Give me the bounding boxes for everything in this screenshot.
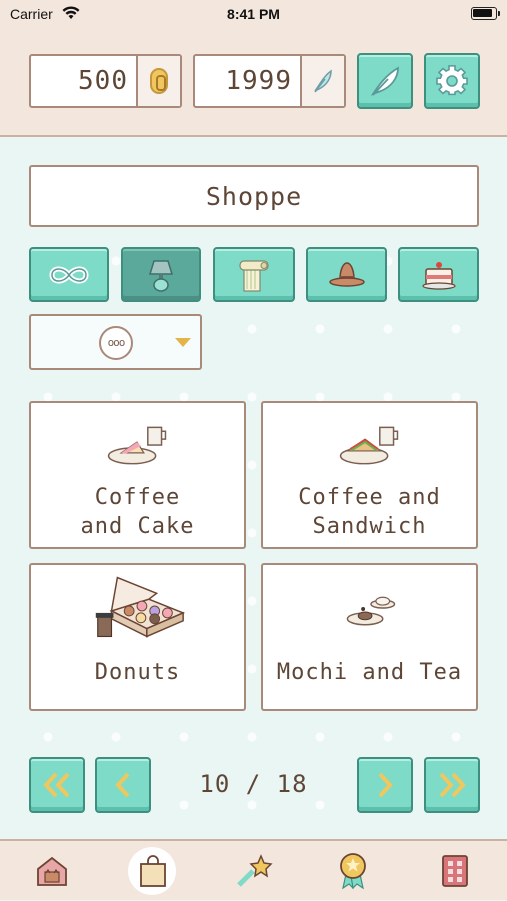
gear-icon — [436, 65, 468, 96]
chevron-right-icon — [378, 772, 393, 798]
category-tab-clothing[interactable] — [306, 247, 387, 302]
album-icon — [442, 855, 468, 887]
triangle-down-icon — [175, 338, 191, 347]
coin-count: 500 — [78, 66, 128, 96]
coffee-cake-icon — [107, 426, 167, 465]
hat-icon — [328, 261, 365, 287]
item-card-coffee-sandwich[interactable]: Coffee and Sandwich — [261, 401, 478, 549]
double-chevron-right-icon — [439, 772, 466, 798]
feather-icon — [370, 66, 399, 96]
feather-icon-cell — [300, 56, 344, 106]
nav-tab-shop[interactable] — [123, 841, 183, 901]
feather-count: 1999 — [225, 66, 292, 96]
double-chevron-left-icon — [43, 772, 70, 798]
nav-tab-wishes[interactable] — [224, 841, 284, 901]
item-card-donuts[interactable]: Donuts — [29, 563, 246, 711]
category-tab-wallpaper[interactable] — [213, 247, 295, 302]
nav-tab-achievements[interactable] — [323, 841, 383, 901]
status-time: 8:41 PM — [227, 6, 280, 22]
shop-title: Shoppe — [29, 165, 479, 227]
category-tab-food[interactable] — [398, 247, 479, 302]
item-label: Donuts — [94, 660, 181, 685]
lamp-icon — [148, 259, 174, 292]
infinity-icon — [49, 266, 89, 283]
first-page-button[interactable] — [29, 757, 85, 813]
filter-dropdown[interactable]: ooo — [29, 314, 202, 370]
nav-tab-collection[interactable] — [425, 841, 485, 901]
shopping-bag-icon — [140, 855, 166, 887]
feather-icon — [314, 69, 332, 93]
coin-icon-cell — [136, 56, 180, 106]
feather-shop-button[interactable] — [357, 53, 413, 109]
status-bar: Carrier 8:41 PM — [0, 0, 507, 30]
coffee-sandwich-icon — [339, 426, 399, 465]
category-tab-all[interactable] — [29, 247, 109, 302]
category-tab-lamps[interactable] — [121, 247, 201, 302]
next-page-button[interactable] — [357, 757, 413, 813]
chevron-left-icon — [115, 772, 130, 798]
coin-icon — [150, 68, 168, 94]
scroll-icon — [239, 259, 269, 292]
medal-icon — [340, 853, 366, 890]
prev-page-button[interactable] — [95, 757, 151, 813]
item-card-mochi-tea[interactable]: Mochi and Tea — [261, 563, 478, 711]
item-label: Coffee and Cake — [80, 485, 195, 539]
donut-box-icon — [95, 576, 186, 638]
shooting-star-icon — [237, 854, 273, 887]
nav-tab-home[interactable] — [22, 841, 82, 901]
feather-counter: 1999 — [193, 54, 346, 108]
mochi-tea-icon — [346, 596, 396, 626]
cake-icon — [421, 261, 456, 290]
bottom-nav — [0, 839, 507, 900]
page-indicator: 10 / 18 — [199, 770, 308, 798]
item-label: Coffee and Sandwich — [298, 485, 441, 539]
filter-badge: ooo — [99, 326, 133, 360]
last-page-button[interactable] — [424, 757, 480, 813]
coin-counter: 500 — [29, 54, 182, 108]
item-card-coffee-cake[interactable]: Coffee and Cake — [29, 401, 246, 549]
settings-button[interactable] — [424, 53, 480, 109]
battery-icon — [471, 7, 500, 20]
house-icon — [37, 856, 67, 886]
item-label: Mochi and Tea — [276, 660, 463, 685]
